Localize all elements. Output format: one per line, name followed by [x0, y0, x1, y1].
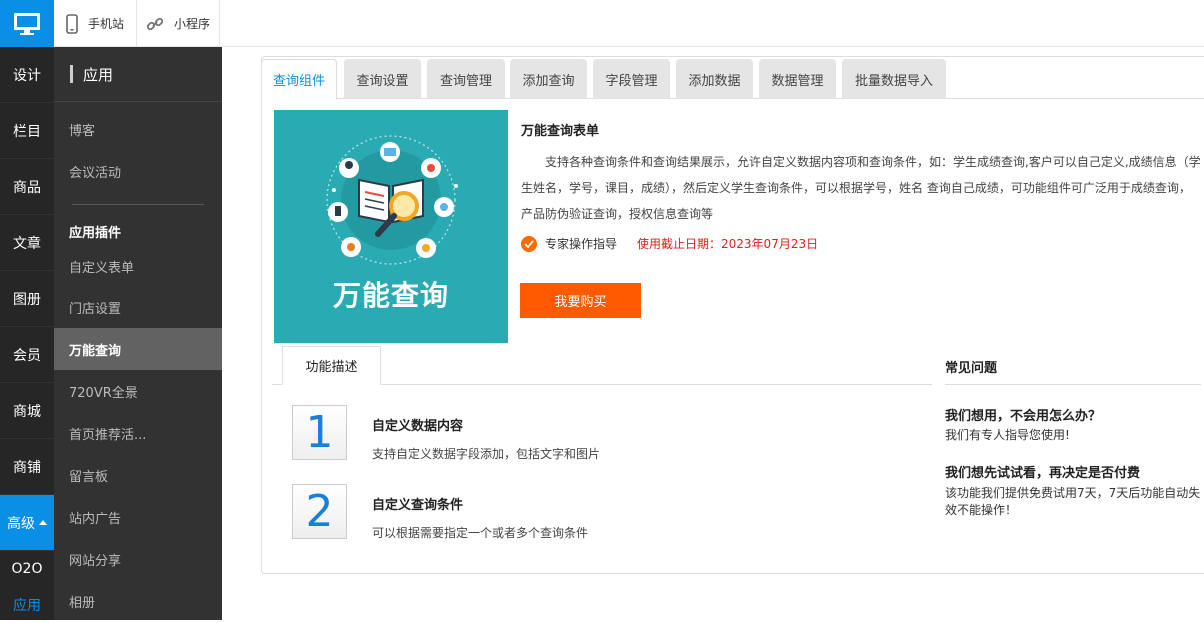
tab-field-manage[interactable]: 字段管理 — [593, 59, 670, 99]
nav-mall[interactable]: 商城 — [0, 383, 54, 439]
tab-add-query[interactable]: 添加查询 — [510, 59, 587, 99]
nav-articles[interactable]: 文章 — [0, 215, 54, 271]
faq-answer: 我们有专人指导您使用! — [945, 428, 1070, 442]
subnav-item-custom-form[interactable]: 自定义表单 — [54, 246, 222, 286]
secondary-sidebar: 应用 博客 会议活动 应用插件 自定义表单 门店设置 万能查询 720VR全景 … — [54, 47, 222, 620]
product-description: 支持各种查询条件和查询结果展示，允许自定义数据内容项和查询条件，如：学生成绩查询… — [521, 155, 1201, 221]
subnav-item-universal-query[interactable]: 万能查询 — [54, 328, 222, 370]
primary-sidebar: 设计 栏目 商品 文章 图册 会员 商城 商铺 高级 O2O 应用 — [0, 47, 54, 620]
expiry-date: 使用截止日期：2023年07月23日 — [637, 237, 819, 251]
faq-title: 常见问题 — [945, 361, 998, 376]
subnav-header: 应用 — [54, 47, 222, 102]
tab-batch-import[interactable]: 批量数据导入 — [842, 59, 946, 99]
tab-data-manage[interactable]: 数据管理 — [759, 59, 836, 99]
link-icon — [146, 15, 164, 33]
expert-guide-label: 专家操作指导 — [545, 237, 618, 251]
subnav-item-store-settings[interactable]: 门店设置 — [54, 286, 222, 328]
nav-albums[interactable]: 图册 — [0, 271, 54, 327]
top-bar: 手机站 小程序 — [0, 0, 1204, 47]
desktop-monitor-icon[interactable] — [0, 0, 54, 47]
subnav-group-plugins: 应用插件 — [69, 225, 122, 241]
subnav-divider — [72, 204, 204, 216]
phone-icon — [66, 13, 78, 34]
mini-program-label: 小程序 — [174, 17, 211, 31]
check-icon — [521, 235, 537, 252]
product-image-title: 万能查询 — [332, 279, 449, 312]
subnav-item-album[interactable]: 相册 — [54, 580, 222, 622]
nav-members[interactable]: 会员 — [0, 327, 54, 383]
expert-guide-row: 专家操作指导 使用截止日期：2023年07月23日 — [521, 235, 818, 252]
tab-add-data[interactable]: 添加数据 — [676, 59, 753, 99]
product-image: 万能查询 — [274, 110, 508, 343]
subnav-item-vr[interactable]: 720VR全景 — [54, 370, 222, 412]
mini-program-tab[interactable]: 小程序 — [137, 0, 220, 47]
nav-o2o[interactable]: O2O — [0, 551, 54, 587]
feature-number: 2 — [292, 484, 347, 539]
nav-columns[interactable]: 栏目 — [0, 103, 54, 159]
nav-advanced[interactable]: 高级 — [0, 495, 54, 551]
faq-divider — [945, 384, 1201, 385]
faq-answer: 该功能我们提供免费试用7天，7天后功能自动失效不能操作！ — [945, 486, 1201, 517]
faq-question: 我们想先试试看，再决定是否付费 — [945, 466, 1141, 481]
nav-advanced-label: 高级 — [7, 515, 35, 532]
subnav-item-home-promo[interactable]: 首页推荐活... — [54, 412, 222, 454]
caret-up-icon — [39, 520, 47, 525]
feature-number: 1 — [292, 405, 347, 460]
tab-query-manage[interactable]: 查询管理 — [427, 59, 505, 99]
subnav-item-site-ads[interactable]: 站内广告 — [54, 496, 222, 538]
nav-shop[interactable]: 商铺 — [0, 439, 54, 495]
feature-desc: 支持自定义数据字段添加，包括文字和图片 — [372, 447, 601, 461]
main-panel: 查询组件 查询设置 查询管理 添加查询 字段管理 添加数据 数据管理 批量数据导… — [261, 56, 1204, 574]
tab-bar: 查询组件 查询设置 查询管理 添加查询 字段管理 添加数据 数据管理 批量数据导… — [261, 57, 1204, 100]
subnav-item-share[interactable]: 网站分享 — [54, 538, 222, 580]
subnav-item-meeting[interactable]: 会议活动 — [54, 150, 222, 192]
product-title: 万能查询表单 — [521, 124, 600, 139]
mobile-site-label: 手机站 — [88, 17, 125, 31]
tab-query-component[interactable]: 查询组件 — [261, 59, 337, 100]
subnav-title: 应用 — [83, 65, 114, 84]
nav-design[interactable]: 设计 — [0, 47, 54, 103]
feature-desc: 可以根据需要指定一个或者多个查询条件 — [372, 526, 589, 540]
feature-title: 自定义数据内容 — [372, 419, 464, 434]
query-illustration-icon — [326, 135, 458, 265]
feature-title: 自定义查询条件 — [372, 498, 464, 513]
nav-app[interactable]: 应用 — [0, 587, 54, 623]
mobile-site-tab[interactable]: 手机站 — [54, 0, 137, 47]
subnav-item-blog[interactable]: 博客 — [54, 108, 222, 150]
nav-products[interactable]: 商品 — [0, 159, 54, 215]
tab-query-settings[interactable]: 查询设置 — [344, 59, 421, 99]
buy-button[interactable]: 我要购买 — [520, 283, 641, 318]
subnav-item-guestbook[interactable]: 留言板 — [54, 454, 222, 496]
tab-feature-description[interactable]: 功能描述 — [282, 346, 381, 385]
header-bar-icon — [70, 65, 73, 83]
faq-question: 我们想用，不会用怎么办？ — [945, 409, 1102, 424]
